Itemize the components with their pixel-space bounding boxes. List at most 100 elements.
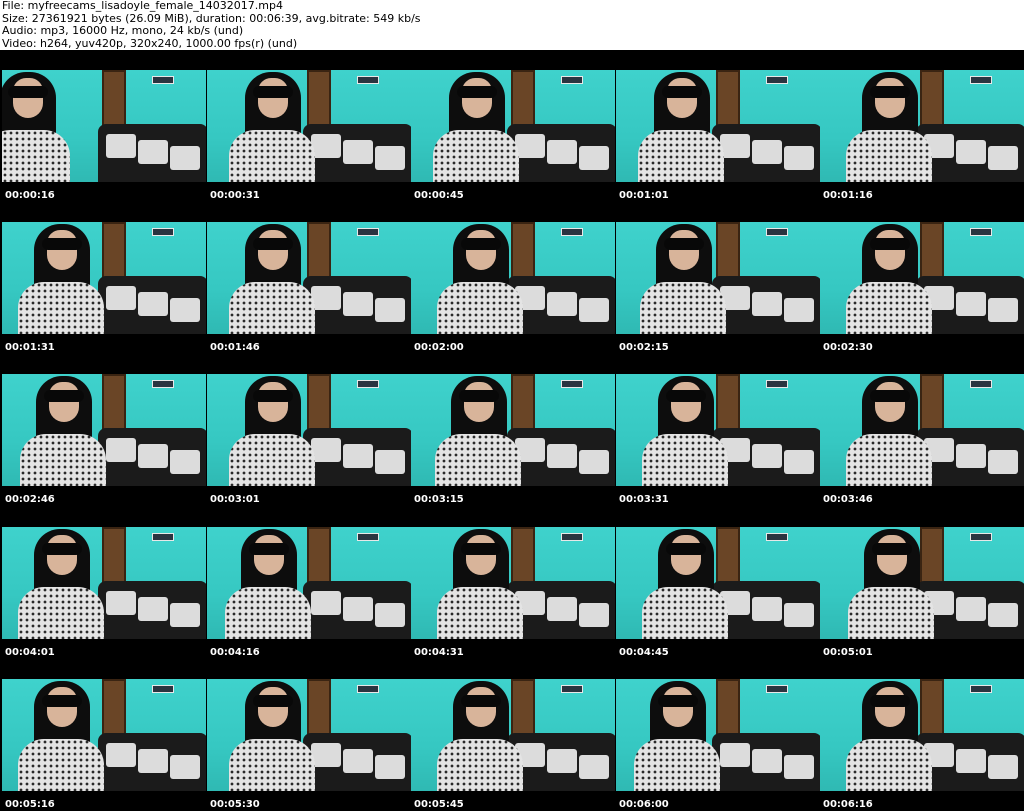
couch xyxy=(712,276,820,334)
polka-dot-blouse xyxy=(229,739,315,791)
thumbnail-grid: 00:00:16 00:00:31 00:00:45 00:01:01 00:01:16… xyxy=(0,50,1024,811)
thumbnail-cell: 00:06:16 xyxy=(820,659,1024,811)
pillow xyxy=(138,749,168,773)
face xyxy=(667,78,697,118)
timestamp-label: 00:05:30 xyxy=(210,799,260,810)
video-frame xyxy=(820,374,1024,486)
video-frame xyxy=(820,679,1024,791)
wall-picture xyxy=(970,76,992,84)
pillow xyxy=(956,597,986,621)
polka-dot-blouse xyxy=(18,587,104,639)
face xyxy=(875,382,905,422)
face xyxy=(47,687,77,727)
face xyxy=(466,230,496,270)
timestamp-label: 00:06:00 xyxy=(619,799,669,810)
wall-picture xyxy=(357,228,379,236)
pillow xyxy=(343,597,373,621)
face xyxy=(13,78,43,118)
pillow xyxy=(106,438,136,462)
wall-picture xyxy=(561,76,583,84)
pillow xyxy=(311,591,341,615)
pillow xyxy=(106,286,136,310)
lace-mask xyxy=(253,390,293,402)
lace-mask xyxy=(662,86,702,98)
couch xyxy=(507,733,615,791)
face xyxy=(464,382,494,422)
timestamp-label: 00:04:16 xyxy=(210,647,260,658)
pillow xyxy=(988,755,1018,779)
pillow xyxy=(375,603,405,627)
face xyxy=(258,230,288,270)
lace-mask xyxy=(666,390,706,402)
thumbnail-cell: 00:04:31 xyxy=(411,507,615,659)
timestamp-label: 00:05:45 xyxy=(414,799,464,810)
lace-mask xyxy=(42,543,82,555)
couch xyxy=(712,428,820,486)
pillow xyxy=(579,450,609,474)
video-frame xyxy=(2,527,206,639)
lace-mask xyxy=(461,238,501,250)
timestamp-label: 00:00:45 xyxy=(414,190,464,201)
video-frame xyxy=(207,70,411,182)
pillow xyxy=(375,755,405,779)
pillow xyxy=(784,298,814,322)
pillow xyxy=(784,146,814,170)
polka-dot-blouse xyxy=(638,130,724,182)
wall-picture xyxy=(561,228,583,236)
thumbnail-cell: 00:00:31 xyxy=(207,50,411,202)
polka-dot-blouse xyxy=(433,130,519,182)
face xyxy=(254,535,284,575)
wall-picture xyxy=(766,76,788,84)
thumbnail-cell: 00:03:01 xyxy=(207,354,411,506)
face xyxy=(669,230,699,270)
pillow xyxy=(752,444,782,468)
video-frame xyxy=(411,679,615,791)
wall-picture xyxy=(357,685,379,693)
polka-dot-blouse xyxy=(846,739,932,791)
pillow xyxy=(784,603,814,627)
timestamp-label: 00:02:30 xyxy=(823,342,873,353)
face xyxy=(466,535,496,575)
timestamp-label: 00:06:16 xyxy=(823,799,873,810)
face xyxy=(49,382,79,422)
polka-dot-blouse xyxy=(634,739,720,791)
pillow xyxy=(956,749,986,773)
face xyxy=(47,535,77,575)
pillow xyxy=(579,603,609,627)
pillow xyxy=(579,755,609,779)
wall-picture xyxy=(152,228,174,236)
video-info-line: Video: h264, yuv420p, 320x240, 1000.00 f… xyxy=(2,36,298,50)
lace-mask xyxy=(870,390,910,402)
thumbnail-cell: 00:01:01 xyxy=(616,50,820,202)
pillow xyxy=(138,597,168,621)
couch xyxy=(507,276,615,334)
lace-mask xyxy=(664,238,704,250)
pillow xyxy=(988,450,1018,474)
pillow xyxy=(170,450,200,474)
thumbnail-cell: 00:04:01 xyxy=(2,507,206,659)
timestamp-label: 00:01:01 xyxy=(619,190,669,201)
couch xyxy=(98,733,206,791)
face xyxy=(875,687,905,727)
pillow xyxy=(720,743,750,767)
audio-info-line: Audio: mp3, 16000 Hz, mono, 24 kb/s (und… xyxy=(2,24,244,37)
pillow xyxy=(547,444,577,468)
polka-dot-blouse xyxy=(437,587,523,639)
pillow xyxy=(170,755,200,779)
video-frame xyxy=(616,679,820,791)
pillow xyxy=(547,292,577,316)
wall-picture xyxy=(766,228,788,236)
wall-picture xyxy=(152,380,174,388)
wall-picture xyxy=(970,533,992,541)
lace-mask xyxy=(44,390,84,402)
polka-dot-blouse xyxy=(846,130,932,182)
polka-dot-blouse xyxy=(642,434,728,486)
lace-mask xyxy=(42,695,82,707)
file-info-header: File: myfreecams_lisadoyle_female_140320… xyxy=(0,0,1024,50)
pillow xyxy=(956,444,986,468)
video-frame xyxy=(820,222,1024,334)
lace-mask xyxy=(8,86,48,98)
pillow xyxy=(343,292,373,316)
face xyxy=(663,687,693,727)
video-frame xyxy=(207,222,411,334)
